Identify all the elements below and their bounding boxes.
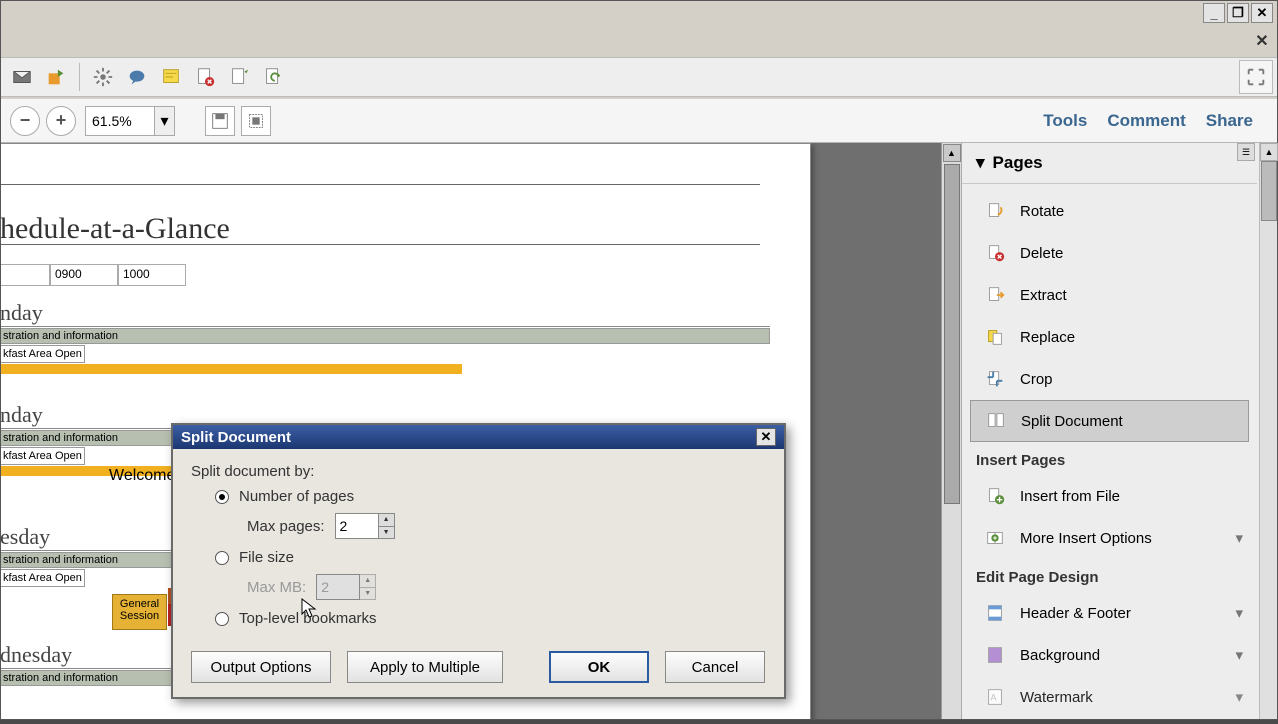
more-insert-icon xyxy=(982,525,1008,551)
insert-pages-heading: Insert Pages xyxy=(962,442,1257,475)
crop-icon xyxy=(982,366,1008,392)
page-title: hedule-at-a-Glance xyxy=(1,212,230,246)
chevron-down-icon[interactable]: ▾ xyxy=(1235,604,1243,622)
max-mb-spinner: ▲ ▼ xyxy=(360,574,376,600)
minimize-button[interactable]: _ xyxy=(1203,3,1225,23)
panel-options-icon[interactable]: ☰ xyxy=(1237,143,1255,161)
window-controls: _ ❐ ✕ xyxy=(1203,3,1273,23)
spinner-up-icon[interactable]: ▲ xyxy=(379,514,394,527)
rotate-icon xyxy=(982,198,1008,224)
general-session-block: General Session xyxy=(112,594,167,630)
main-toolbar xyxy=(1,57,1277,97)
spinner-down-icon[interactable]: ▼ xyxy=(379,527,394,539)
panel-scrollbar[interactable]: ▲ xyxy=(1259,143,1277,719)
pages-panel-header[interactable]: ▾ Pages xyxy=(962,143,1257,184)
page-refresh-icon[interactable] xyxy=(256,60,290,94)
mail-icon[interactable] xyxy=(5,60,39,94)
apply-to-multiple-button[interactable]: Apply to Multiple xyxy=(347,651,503,683)
day-heading: nday xyxy=(1,300,770,327)
replace-icon xyxy=(982,324,1008,350)
zoom-toolbar: − + 61.5% ▾ Tools Comment Share xyxy=(1,99,1277,143)
close-button[interactable]: ✕ xyxy=(1251,3,1273,23)
panel-item-rotate[interactable]: Rotate xyxy=(962,190,1257,232)
ok-button[interactable]: OK xyxy=(549,651,649,683)
zoom-dropdown-icon[interactable]: ▾ xyxy=(155,106,175,136)
page-delete-icon[interactable] xyxy=(188,60,222,94)
zoom-out-button[interactable]: − xyxy=(10,106,40,136)
zoom-in-button[interactable]: + xyxy=(46,106,76,136)
page-add-icon[interactable] xyxy=(222,60,256,94)
dialog-prompt: Split document by: xyxy=(191,463,766,480)
fit-page-icon[interactable] xyxy=(241,106,271,136)
save-view-icon[interactable] xyxy=(205,106,235,136)
breakfast-row: kfast Area Open xyxy=(1,345,85,363)
panel-item-background[interactable]: Background ▾ xyxy=(962,634,1257,676)
scroll-thumb[interactable] xyxy=(944,164,960,504)
document-scrollbar[interactable]: ▲ xyxy=(941,143,961,719)
time-header-row: 0900 1000 xyxy=(1,264,186,286)
radio-file-size[interactable]: File size xyxy=(215,549,766,566)
max-pages-label: Max pages: xyxy=(247,518,325,535)
dialog-titlebar[interactable]: Split Document ✕ xyxy=(173,425,784,449)
restore-button[interactable]: ❐ xyxy=(1227,3,1249,23)
share-page-icon[interactable] xyxy=(39,60,73,94)
max-pages-spinner[interactable]: ▲ ▼ xyxy=(379,513,395,539)
document-viewport[interactable]: hedule-at-a-Glance 0900 1000 nday strati… xyxy=(1,143,961,719)
spinner-down-icon: ▼ xyxy=(360,588,375,600)
max-mb-label: Max MB: xyxy=(247,579,306,596)
spinner-up-icon: ▲ xyxy=(360,575,375,588)
tools-panel: ☰ ▲ ▾ Pages Rotate Delete xyxy=(961,143,1277,719)
edit-page-design-heading: Edit Page Design xyxy=(962,559,1257,592)
output-options-button[interactable]: Output Options xyxy=(191,651,331,683)
svg-text:A: A xyxy=(990,693,997,703)
gear-icon[interactable] xyxy=(86,60,120,94)
dialog-close-button[interactable]: ✕ xyxy=(756,428,776,446)
tab-close-icon[interactable]: ✕ xyxy=(1253,33,1271,51)
panel-item-more-insert-options[interactable]: More Insert Options ▾ xyxy=(962,517,1257,559)
header-footer-icon xyxy=(982,600,1008,626)
panel-item-replace[interactable]: Replace xyxy=(962,316,1257,358)
panel-item-split-document[interactable]: Split Document xyxy=(970,400,1249,442)
radio-icon xyxy=(215,490,229,504)
chevron-down-icon[interactable]: ▾ xyxy=(1235,646,1243,664)
scroll-up-icon[interactable]: ▲ xyxy=(1260,143,1278,161)
split-document-dialog: Split Document ✕ Split document by: Numb… xyxy=(171,423,786,699)
radio-top-level-bookmarks[interactable]: Top-level bookmarks xyxy=(215,610,766,627)
panel-item-delete[interactable]: Delete xyxy=(962,232,1257,274)
radio-number-of-pages[interactable]: Number of pages xyxy=(215,488,766,505)
breakfast-row: kfast Area Open xyxy=(1,569,85,587)
comment-panel-link[interactable]: Comment xyxy=(1107,111,1185,131)
fullscreen-icon[interactable] xyxy=(1239,60,1273,94)
chevron-down-icon: ▾ xyxy=(976,153,985,173)
tools-panel-link[interactable]: Tools xyxy=(1043,111,1087,131)
insert-file-icon xyxy=(982,483,1008,509)
radio-icon xyxy=(215,612,229,626)
panel-item-insert-from-file[interactable]: Insert from File xyxy=(962,475,1257,517)
extract-icon xyxy=(982,282,1008,308)
dialog-title-text: Split Document xyxy=(181,429,291,446)
panel-item-header-footer[interactable]: Header & Footer ▾ xyxy=(962,592,1257,634)
chevron-down-icon[interactable]: ▾ xyxy=(1235,529,1243,547)
scroll-thumb[interactable] xyxy=(1261,161,1277,221)
comment-bubble-icon[interactable] xyxy=(120,60,154,94)
panel-item-crop[interactable]: Crop xyxy=(962,358,1257,400)
max-mb-input xyxy=(316,574,360,600)
split-icon xyxy=(983,408,1009,434)
panel-item-watermark[interactable]: A Watermark ▾ xyxy=(962,676,1257,718)
registration-row: stration and information xyxy=(1,328,770,344)
cancel-button[interactable]: Cancel xyxy=(665,651,765,683)
max-pages-input[interactable] xyxy=(335,513,379,539)
scroll-up-icon[interactable]: ▲ xyxy=(943,144,961,162)
delete-icon xyxy=(982,240,1008,266)
chevron-down-icon[interactable]: ▾ xyxy=(1235,688,1243,706)
background-icon xyxy=(982,642,1008,668)
panel-item-extract[interactable]: Extract xyxy=(962,274,1257,316)
watermark-icon: A xyxy=(982,684,1008,710)
share-panel-link[interactable]: Share xyxy=(1206,111,1253,131)
radio-icon xyxy=(215,551,229,565)
zoom-input[interactable]: 61.5% xyxy=(85,106,155,136)
highlight-icon[interactable] xyxy=(154,60,188,94)
breakfast-row: kfast Area Open xyxy=(1,447,85,465)
